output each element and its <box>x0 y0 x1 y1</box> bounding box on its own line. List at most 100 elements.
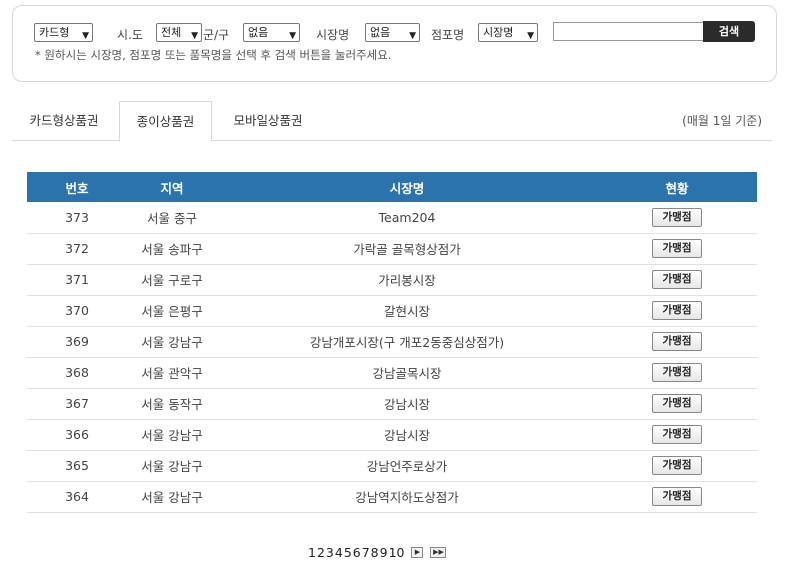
market-label: 시장명 <box>316 28 350 42</box>
row-status: 가맹점 <box>597 264 757 296</box>
market-select[interactable]: 없음 ▼ <box>365 23 420 42</box>
row-status: 가맹점 <box>597 357 757 389</box>
page-link-1[interactable]: 1 <box>308 545 316 560</box>
table-row: 370 서울 은평구 갈현시장 가맹점 <box>27 295 757 327</box>
pagination: 1 2 3 4 5 6 7 8 9 10 ▶ ▶▶ <box>308 544 447 560</box>
table-header-row: 번호 지역 시장명 현황 <box>27 172 757 202</box>
row-status: 가맹점 <box>597 450 757 482</box>
row-market: 강남역지하도상점가 <box>217 481 597 513</box>
sido-select[interactable]: 전체 ▼ <box>156 23 202 42</box>
tab-card-voucher[interactable]: 카드형상품권 <box>12 101 116 141</box>
row-number: 366 <box>27 419 127 451</box>
page-link-2[interactable]: 2 <box>317 545 325 560</box>
shop-select-value: 시장명 <box>483 26 514 39</box>
merchant-button[interactable]: 가맹점 <box>652 363 702 382</box>
page-link-6[interactable]: 6 <box>353 545 361 560</box>
page-link-7[interactable]: 7 <box>362 545 370 560</box>
row-status: 가맹점 <box>597 388 757 420</box>
tab-mobile-voucher[interactable]: 모바일상품권 <box>216 101 320 141</box>
table-row: 373 서울 중구 Team204 가맹점 <box>27 202 757 234</box>
row-region: 서울 중구 <box>127 202 217 234</box>
chevron-down-icon: ▼ <box>191 31 198 41</box>
type-select[interactable]: 카드형 ▼ <box>34 23 93 42</box>
page-link-10[interactable]: 10 <box>389 545 405 560</box>
gungu-select-value: 없음 <box>248 26 269 39</box>
page-link-5[interactable]: 5 <box>344 545 352 560</box>
last-page-icon[interactable]: ▶▶ <box>430 546 447 558</box>
row-status: 가맹점 <box>597 295 757 327</box>
row-market: 강남시장 <box>217 388 597 420</box>
row-region: 서울 동작구 <box>127 388 217 420</box>
search-button[interactable]: 검색 <box>703 21 755 42</box>
shop-select[interactable]: 시장명 ▼ <box>478 23 538 42</box>
row-number: 367 <box>27 388 127 420</box>
merchant-button[interactable]: 가맹점 <box>652 487 702 506</box>
row-region: 서울 강남구 <box>127 450 217 482</box>
col-header-region: 지역 <box>127 172 217 202</box>
row-region: 서울 강남구 <box>127 419 217 451</box>
row-number: 372 <box>27 233 127 265</box>
row-number: 370 <box>27 295 127 327</box>
page-link-8[interactable]: 8 <box>371 545 379 560</box>
gungu-select[interactable]: 없음 ▼ <box>243 23 300 42</box>
market-table: 번호 지역 시장명 현황 373 서울 중구 Team204 가맹점 372 서… <box>27 172 757 513</box>
tab-note: (매월 1일 기준) <box>682 114 762 128</box>
search-hint: * 원하시는 시장명, 점포명 또는 품목명을 선택 후 검색 버튼을 눌러주세… <box>35 48 392 62</box>
row-number: 369 <box>27 326 127 358</box>
chevron-down-icon: ▼ <box>409 31 416 41</box>
merchant-button[interactable]: 가맹점 <box>652 270 702 289</box>
search-input[interactable] <box>553 22 704 41</box>
row-number: 368 <box>27 357 127 389</box>
table-row: 368 서울 관악구 강남골목시장 가맹점 <box>27 357 757 389</box>
market-select-value: 없음 <box>370 26 391 39</box>
table-row: 364 서울 강남구 강남역지하도상점가 가맹점 <box>27 481 757 513</box>
merchant-button[interactable]: 가맹점 <box>652 207 702 227</box>
page-link-9[interactable]: 9 <box>380 545 388 560</box>
row-region: 서울 강남구 <box>127 481 217 513</box>
table-row: 371 서울 구로구 가리봉시장 가맹점 <box>27 264 757 296</box>
row-market: 가리봉시장 <box>217 264 597 296</box>
row-status: 가맹점 <box>597 202 757 234</box>
search-panel: 카드형 ▼ 시.도 전체 ▼ 군/구 없음 ▼ 시장명 없음 ▼ 점포명 시장명… <box>12 5 777 82</box>
col-header-number: 번호 <box>27 172 127 202</box>
shop-label: 점포명 <box>431 28 465 42</box>
page-link-3[interactable]: 3 <box>326 545 334 560</box>
page-link-4[interactable]: 4 <box>335 545 343 560</box>
row-number: 364 <box>27 481 127 513</box>
col-header-status: 현황 <box>597 172 757 202</box>
row-status: 가맹점 <box>597 233 757 265</box>
next-page-icon[interactable]: ▶ <box>411 546 424 558</box>
merchant-button[interactable]: 가맹점 <box>652 425 702 444</box>
chevron-down-icon: ▼ <box>527 31 534 41</box>
row-number: 373 <box>27 202 127 234</box>
sido-label: 시.도 <box>117 28 143 42</box>
row-market: 가락골 골목형상점가 <box>217 233 597 265</box>
chevron-down-icon: ▼ <box>82 31 89 41</box>
row-region: 서울 강남구 <box>127 326 217 358</box>
merchant-button[interactable]: 가맹점 <box>652 456 702 475</box>
row-status: 가맹점 <box>597 481 757 513</box>
tab-paper-voucher[interactable]: 종이상품권 <box>119 101 212 142</box>
row-number: 371 <box>27 264 127 296</box>
table-row: 365 서울 강남구 강남언주로상가 가맹점 <box>27 450 757 482</box>
table-row: 372 서울 송파구 가락골 골목형상점가 가맹점 <box>27 233 757 265</box>
row-number: 365 <box>27 450 127 482</box>
row-region: 서울 관악구 <box>127 357 217 389</box>
row-region: 서울 송파구 <box>127 233 217 265</box>
chevron-down-icon: ▼ <box>289 31 296 41</box>
row-region: 서울 구로구 <box>127 264 217 296</box>
row-market: 강남골목시장 <box>217 357 597 389</box>
merchant-button[interactable]: 가맹점 <box>652 394 702 413</box>
row-market: 강남시장 <box>217 419 597 451</box>
merchant-button[interactable]: 가맹점 <box>652 239 702 258</box>
row-status: 가맹점 <box>597 419 757 451</box>
voucher-tabs: 카드형상품권 종이상품권 모바일상품권 (매월 1일 기준) <box>12 101 772 142</box>
type-select-value: 카드형 <box>39 26 70 39</box>
merchant-button[interactable]: 가맹점 <box>652 301 702 320</box>
row-market: 갈현시장 <box>217 295 597 327</box>
merchant-button[interactable]: 가맹점 <box>652 332 702 351</box>
table-row: 367 서울 동작구 강남시장 가맹점 <box>27 388 757 420</box>
row-market: Team204 <box>217 202 597 234</box>
table-row: 366 서울 강남구 강남시장 가맹점 <box>27 419 757 451</box>
row-market: 강남개포시장(구 개포2동중심상점가) <box>217 326 597 358</box>
